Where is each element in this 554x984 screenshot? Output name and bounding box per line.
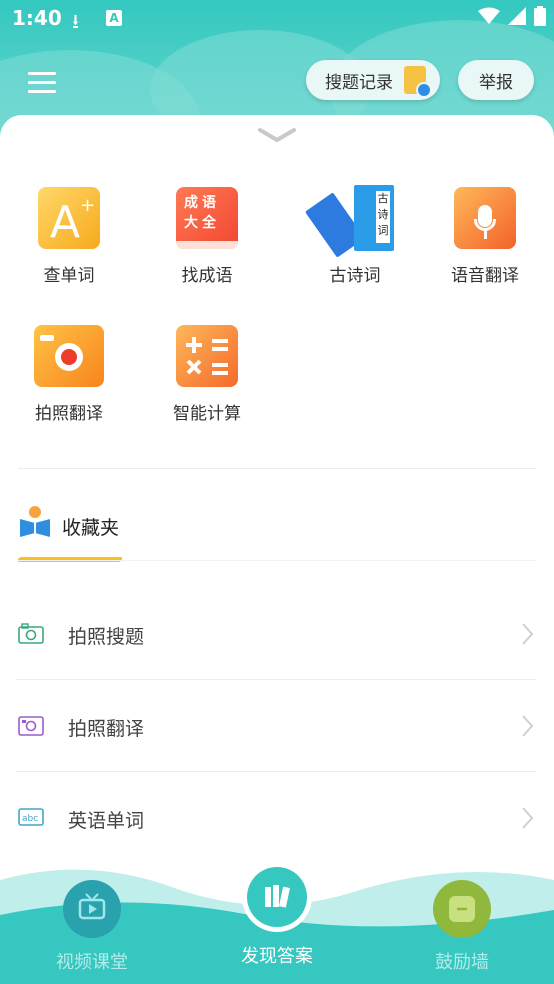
idiom-char: 大 [184, 215, 202, 231]
tool-dictionary[interactable]: A + 查单词 [9, 187, 129, 286]
tool-photo-translate[interactable]: 拍照翻译 [9, 325, 129, 424]
poetry-books-icon: 古 诗 词 [305, 185, 398, 258]
tool-calculator[interactable]: 智能计算 [147, 325, 267, 424]
tool-label: 找成语 [181, 266, 233, 286]
tool-label: 古诗词 [329, 266, 381, 286]
favorites-header: 收藏夹 [16, 505, 536, 565]
tv-icon [63, 880, 121, 938]
poetry-char: 词 [377, 224, 389, 237]
abc-outline-icon: abc [18, 808, 44, 826]
status-bar: 1:40 ⭳ A [0, 0, 554, 38]
nav-label: 视频课堂 [56, 952, 128, 973]
reading-kid-icon [20, 506, 50, 537]
tool-label: 查单词 [43, 266, 95, 286]
svg-text:abc: abc [22, 814, 38, 824]
favorite-item-photo-translate[interactable]: 拍照翻译 [16, 680, 536, 772]
nav-encouragement-wall[interactable]: 鼓励墙 [402, 860, 522, 974]
idiom-char: 成 [184, 195, 202, 211]
tool-label: 语音翻译 [451, 266, 519, 286]
idiom-book-icon: 成语 大全 [176, 187, 238, 249]
download-icon: ⭳ [72, 9, 79, 33]
microphone-icon [454, 187, 516, 249]
idiom-char: 全 [202, 215, 220, 231]
tool-poetry[interactable]: 古 诗 词 古诗词 [295, 185, 415, 286]
battery-icon [534, 6, 546, 26]
favorite-item-label: 拍照搜题 [68, 626, 145, 648]
chevron-right-icon [522, 807, 534, 829]
search-history-label: 搜题记录 [325, 72, 393, 93]
nav-video-class[interactable]: 视频课堂 [32, 860, 152, 974]
report-button[interactable]: 举报 [458, 60, 534, 100]
message-icon [433, 880, 491, 938]
favorite-item-label: 英语单词 [68, 810, 145, 832]
signal-icon [508, 7, 526, 25]
nav-label: 发现答案 [241, 946, 313, 967]
favorite-item-photo-search[interactable]: 拍照搜题 [16, 588, 536, 680]
tool-idiom[interactable]: 成语 大全 找成语 [147, 187, 267, 286]
tool-label: 拍照翻译 [35, 404, 103, 424]
books-icon [247, 867, 307, 927]
wifi-icon [478, 7, 500, 24]
bottom-nav: 视频课堂 发现答案 鼓励墙 [0, 860, 554, 984]
favorites-title: 收藏夹 [62, 517, 120, 539]
photo-outline-icon [18, 716, 44, 736]
dictionary-icon: A + [38, 187, 100, 249]
tool-voice-translate[interactable]: 语音翻译 [425, 187, 545, 286]
status-time: 1:40 [12, 6, 62, 30]
poetry-char: 诗 [377, 208, 389, 221]
a-icon: A [106, 10, 122, 26]
tool-label: 智能计算 [173, 404, 241, 424]
history-doc-icon [404, 66, 432, 98]
camera-icon [34, 325, 104, 387]
menu-button[interactable] [28, 72, 58, 96]
favorites-divider [18, 560, 536, 561]
calculator-icon [176, 325, 238, 387]
nav-label: 鼓励墙 [435, 952, 489, 973]
nav-active-ring [242, 862, 312, 932]
svg-text:+: + [80, 195, 95, 216]
idiom-char: 语 [202, 195, 220, 211]
camera-outline-icon [18, 623, 44, 644]
chevron-right-icon [522, 715, 534, 737]
collapse-chevron-icon[interactable] [258, 127, 296, 143]
svg-text:A: A [50, 197, 80, 248]
favorite-item-label: 拍照翻译 [68, 718, 145, 740]
report-label: 举报 [479, 72, 513, 93]
poetry-char: 古 [377, 192, 389, 205]
chevron-right-icon [522, 623, 534, 645]
status-icons [478, 6, 546, 26]
nav-discover-answers[interactable]: 发现答案 [217, 842, 337, 968]
search-history-button[interactable]: 搜题记录 [306, 60, 440, 100]
section-divider [18, 468, 536, 469]
